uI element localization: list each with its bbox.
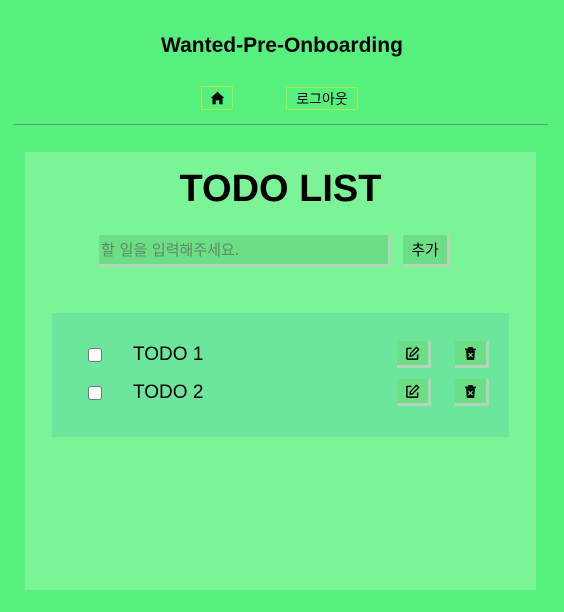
todo-checkbox[interactable]: [88, 348, 102, 362]
todo-list: TODO 1 TODO 2: [52, 313, 509, 437]
header-divider: [13, 124, 548, 125]
todo-label: TODO 1: [133, 344, 204, 365]
app-root: Wanted-Pre-Onboarding 로그아웃 TODO LIST 추가 …: [0, 0, 564, 612]
home-button[interactable]: [201, 86, 233, 110]
logout-button[interactable]: 로그아웃: [286, 87, 358, 110]
app-title: Wanted-Pre-Onboarding: [161, 34, 403, 57]
edit-icon: [406, 346, 420, 360]
add-todo-button[interactable]: 추가: [403, 235, 450, 267]
todo-heading: TODO LIST: [179, 168, 382, 210]
todo-item: TODO 2: [52, 379, 509, 407]
edit-icon: [406, 384, 420, 398]
home-icon: [210, 91, 224, 105]
todo-panel: TODO LIST 추가 TODO 1: [25, 152, 536, 590]
edit-todo-button[interactable]: [397, 379, 431, 406]
todo-input[interactable]: [99, 235, 391, 267]
trash-icon: [465, 346, 476, 360]
edit-todo-button[interactable]: [397, 341, 431, 368]
todo-label: TODO 2: [133, 382, 204, 403]
todo-checkbox[interactable]: [88, 386, 102, 400]
trash-icon: [465, 384, 476, 398]
delete-todo-button[interactable]: [455, 379, 489, 406]
top-nav: 로그아웃: [0, 86, 564, 112]
delete-todo-button[interactable]: [455, 341, 489, 368]
todo-item: TODO 1: [52, 341, 509, 369]
